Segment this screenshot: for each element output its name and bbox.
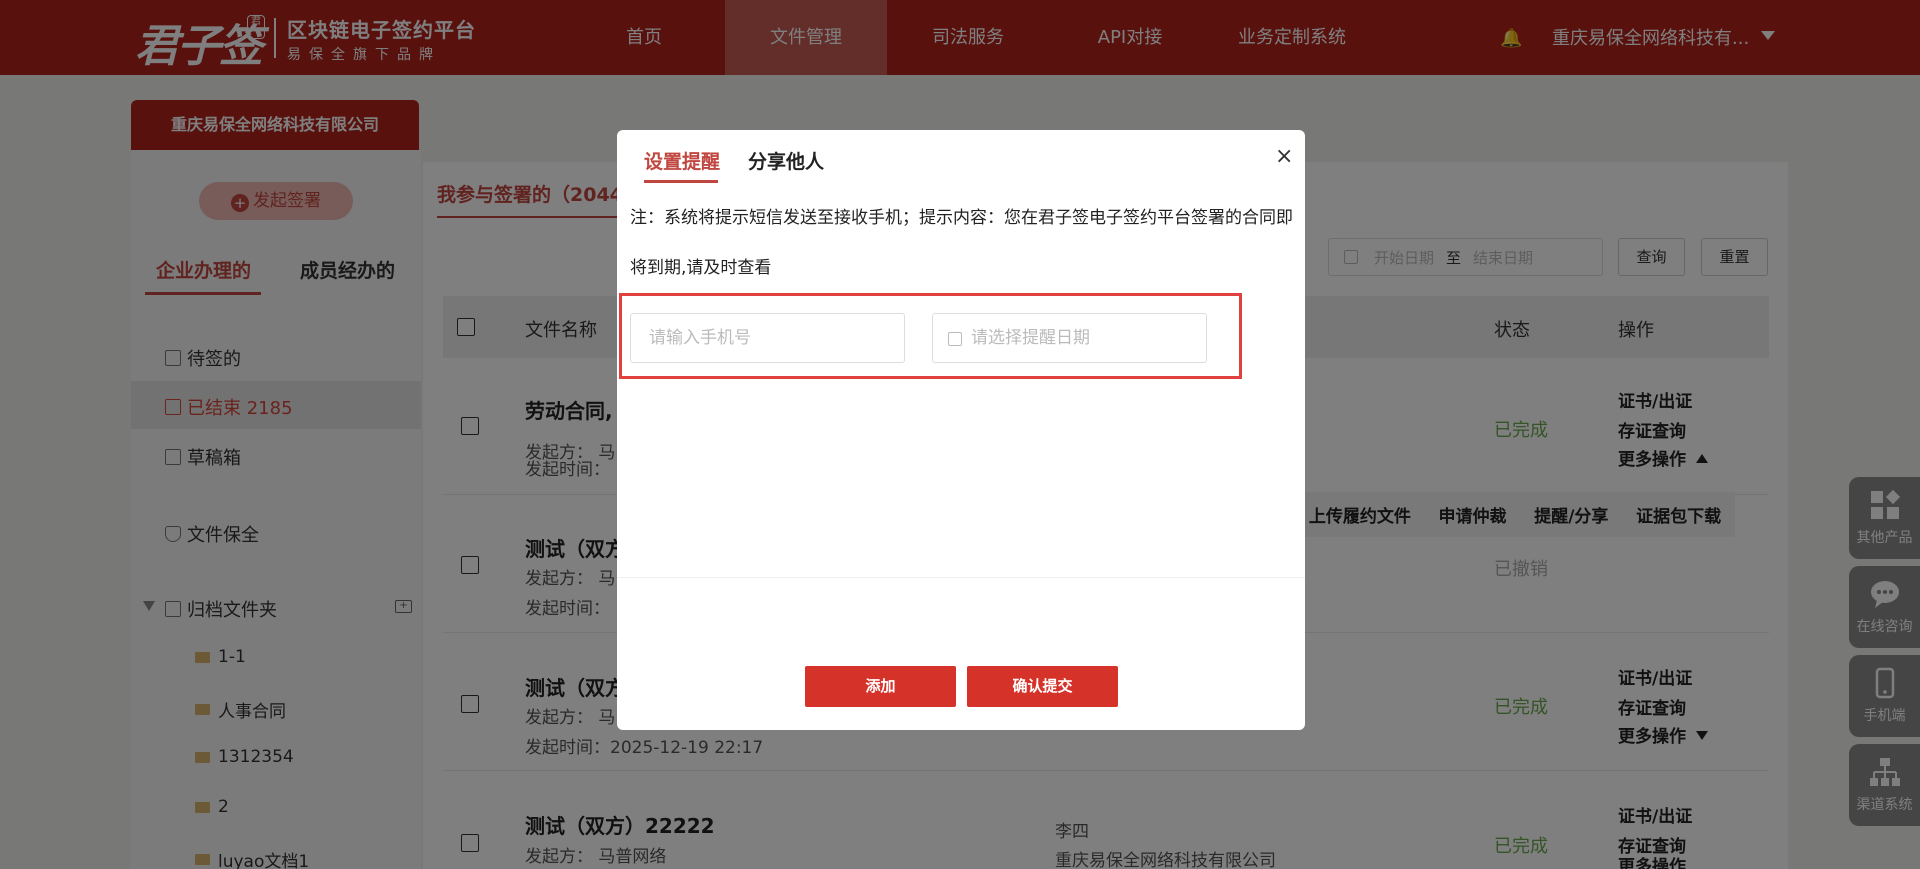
tab-set-reminder[interactable]: 设置提醒 [644, 147, 720, 174]
confirm-submit-button[interactable]: 确认提交 [967, 666, 1118, 707]
sms-reminder-note: 注：系统将提示短信发送至接收手机；提示内容：您在君子签电子签约平台签署的合同即将… [630, 208, 1293, 278]
modal-tab-underline [644, 180, 718, 183]
close-icon[interactable]: × [1275, 146, 1293, 168]
modal-divider [617, 577, 1305, 578]
calendar-icon [948, 332, 962, 346]
reminder-date-input[interactable] [932, 313, 1207, 363]
reminder-modal: 设置提醒 分享他人 × 注：系统将提示短信发送至接收手机；提示内容：您在君子签电… [617, 130, 1305, 730]
add-button[interactable]: 添加 [805, 666, 956, 707]
tab-share-others[interactable]: 分享他人 [748, 147, 824, 174]
phone-input[interactable] [630, 313, 905, 363]
